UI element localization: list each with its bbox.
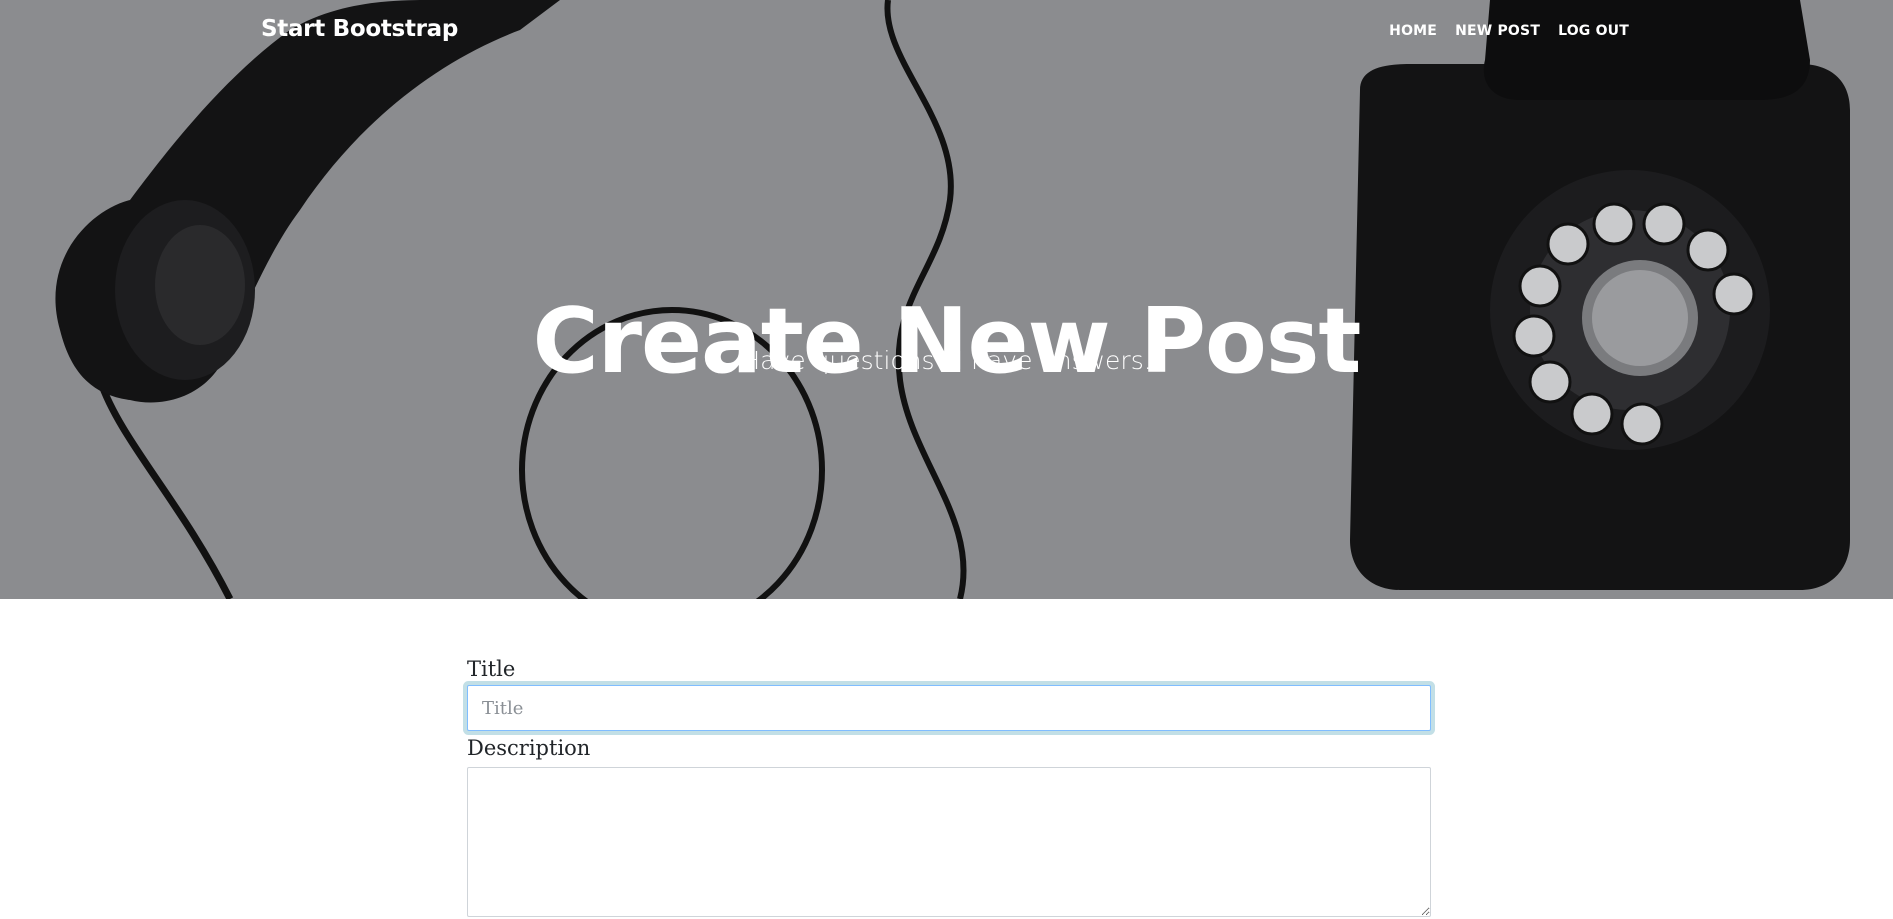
title-input[interactable]: [467, 685, 1431, 731]
nav-home-link[interactable]: HOME: [1389, 23, 1437, 39]
nav-new-post-link[interactable]: NEW POST: [1455, 23, 1540, 39]
nav-log-out-link[interactable]: LOG OUT: [1558, 23, 1629, 39]
new-post-form: Title Description: [467, 654, 1431, 917]
brand-link[interactable]: Start Bootstrap: [261, 16, 458, 42]
navbar: Start Bootstrap HOME NEW POST LOG OUT: [0, 0, 1893, 64]
page-subheading: Have questions? I have answers.: [741, 346, 1152, 375]
title-label: Title: [467, 657, 516, 681]
description-textarea[interactable]: [467, 767, 1431, 917]
masthead: Start Bootstrap HOME NEW POST LOG OUT Cr…: [0, 0, 1893, 599]
nav-links: HOME NEW POST LOG OUT: [1389, 23, 1629, 39]
description-label: Description: [467, 736, 591, 760]
